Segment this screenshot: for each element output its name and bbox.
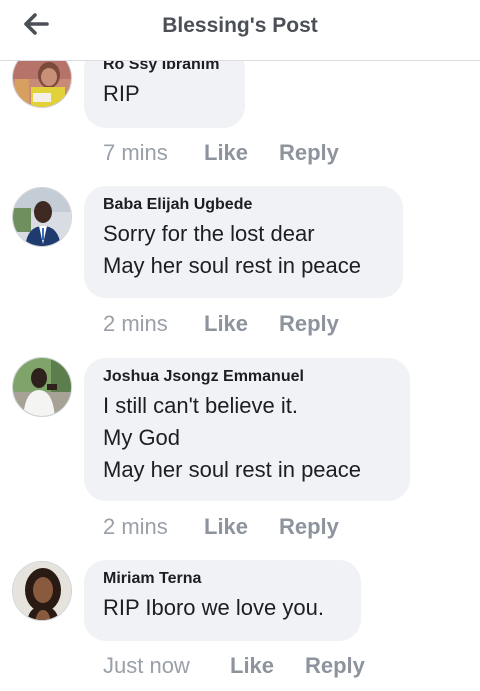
comment-meta: 2 mins Like Reply [103,311,339,337]
like-button[interactable]: Like [204,311,279,337]
avatar-image [13,358,71,416]
reply-button[interactable]: Reply [279,311,339,337]
reply-button[interactable]: Reply [279,514,339,540]
comment-text: RIP [103,81,140,106]
comment-time[interactable]: 2 mins [103,514,204,540]
comment-text: I still can't believe it. [103,393,298,418]
comments-screen: Ro Ssy Ibrahim RIP 7 mins Like Reply Baba … [0,0,480,691]
comment-author[interactable]: Baba Elijah Ugbede [103,195,383,215]
like-button[interactable]: Like [204,514,279,540]
reply-button[interactable]: Reply [305,653,365,679]
comment-text: Sorry for the lost dear [103,221,315,246]
comment-bubble: Miriam Terna RIP Iboro we love you. [84,560,361,641]
comment-time[interactable]: Just now [103,653,230,679]
comment-bubble: Joshua Jsongz Emmanuel I still can't bel… [84,358,410,501]
comment-time[interactable]: 7 mins [103,140,204,166]
comment-time[interactable]: 2 mins [103,311,204,337]
reply-button[interactable]: Reply [279,140,339,166]
comment-text: My God [103,425,181,450]
like-button[interactable]: Like [230,653,305,679]
comment-meta: Just now Like Reply [103,653,365,679]
like-button[interactable]: Like [204,140,279,166]
avatar[interactable] [12,561,72,621]
avatar-image [13,188,71,246]
avatar-image [13,562,71,620]
comment-author[interactable]: Joshua Jsongz Emmanuel [103,367,390,387]
comment-author[interactable]: Miriam Terna [103,569,341,589]
comment-text: May her soul rest in peace [103,457,362,482]
comment-meta: 7 mins Like Reply [103,140,339,166]
avatar[interactable] [12,357,72,417]
comment-text: May her soul rest in peace [103,253,362,278]
comment-text: RIP Iboro we love you. [103,595,324,620]
avatar[interactable] [12,187,72,247]
top-bar: Blessing's Post [0,0,480,61]
page-title: Blessing's Post [162,14,318,37]
comment-meta: 2 mins Like Reply [103,514,339,540]
comment-bubble: Baba Elijah Ugbede Sorry for the lost de… [84,186,403,298]
